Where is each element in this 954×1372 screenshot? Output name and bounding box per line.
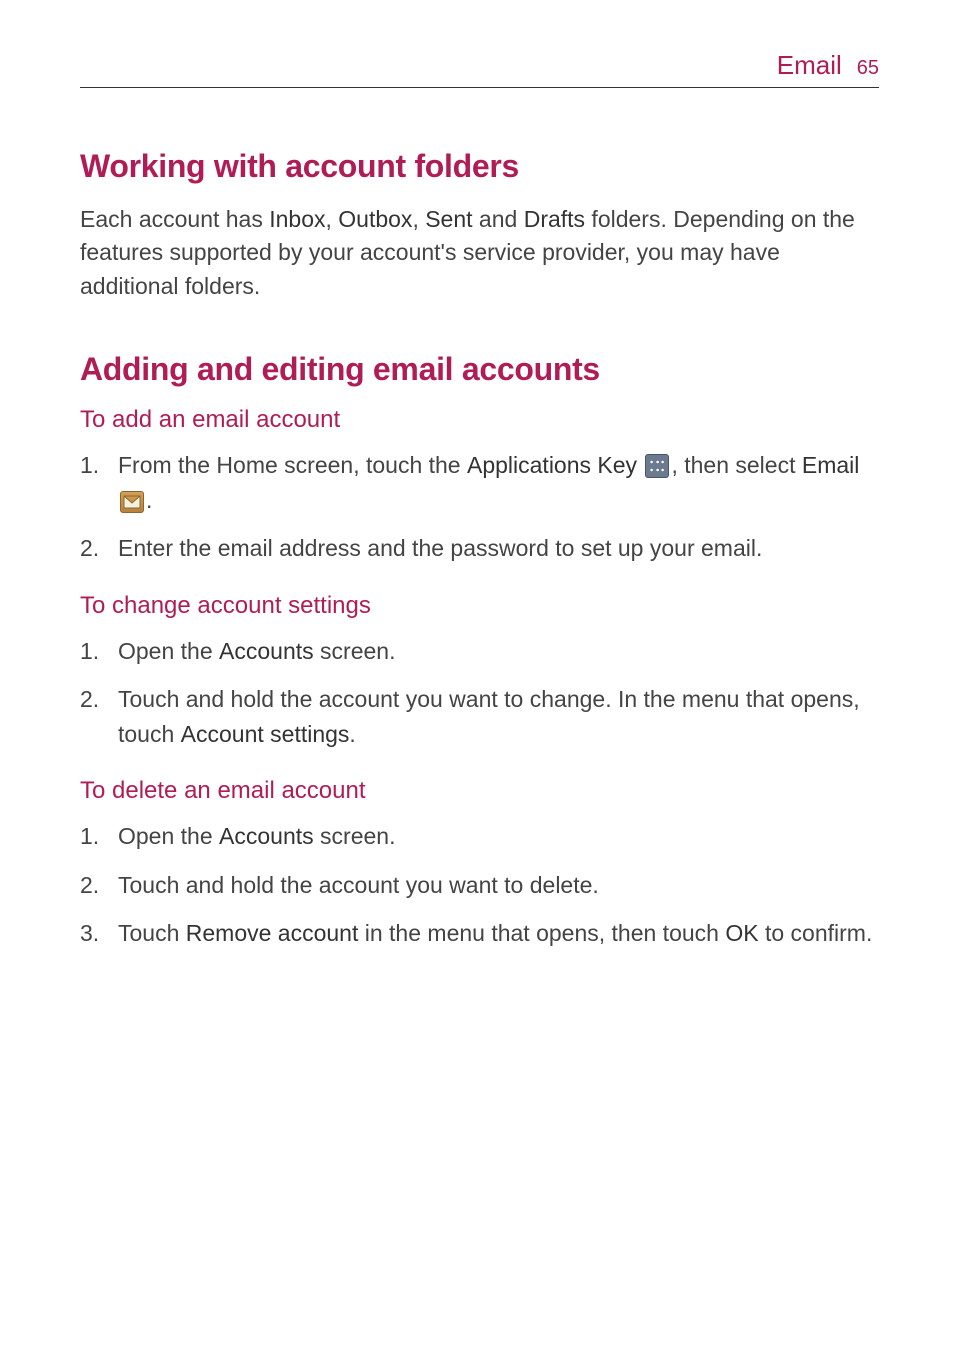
sub-heading-change-settings: To change account settings (80, 592, 879, 620)
email-app-icon (120, 491, 144, 513)
manual-page: Email 65 Working with account folders Ea… (0, 0, 954, 1037)
delete-account-steps: 1. Open the Accounts screen. 2. Touch an… (80, 819, 879, 951)
email-app-label: Email (802, 452, 860, 478)
text-fragment: , (412, 206, 425, 232)
outbox-label: Outbox (338, 206, 412, 232)
sub-heading-delete-account: To delete an email account (80, 777, 879, 805)
inbox-label: Inbox (269, 206, 325, 232)
text-fragment: Touch and hold the account you want to d… (118, 872, 599, 898)
list-item: 3. Touch Remove account in the menu that… (80, 916, 879, 951)
ok-label: OK (725, 920, 758, 946)
accounts-label: Accounts (219, 638, 314, 664)
text-fragment: Open the (118, 823, 219, 849)
remove-account-label: Remove account (186, 920, 359, 946)
accounts-label: Accounts (219, 823, 314, 849)
text-fragment: Enter the email address and the password… (118, 535, 762, 561)
step-number: 1. (80, 819, 99, 854)
text-fragment: screen. (314, 823, 396, 849)
text-fragment: screen. (314, 638, 396, 664)
step-number: 2. (80, 868, 99, 903)
text-fragment: , (326, 206, 339, 232)
list-item: 1. Open the Accounts screen. (80, 819, 879, 854)
header-section-title: Email (777, 50, 842, 81)
sub-heading-add-account: To add an email account (80, 406, 879, 434)
page-header: Email 65 (80, 50, 879, 88)
list-item: 2. Touch and hold the account you want t… (80, 868, 879, 903)
section-heading-folders: Working with account folders (80, 148, 879, 185)
step-number: 1. (80, 448, 99, 483)
section-heading-accounts: Adding and editing email accounts (80, 351, 879, 388)
folders-description: Each account has Inbox, Outbox, Sent and… (80, 203, 879, 303)
step-number: 1. (80, 634, 99, 669)
step-number: 2. (80, 682, 99, 717)
change-settings-steps: 1. Open the Accounts screen. 2. Touch an… (80, 634, 879, 752)
text-fragment: to confirm. (759, 920, 873, 946)
list-item: 2. Touch and hold the account you want t… (80, 682, 879, 751)
text-fragment: in the menu that opens, then touch (358, 920, 725, 946)
applications-key-label: Applications Key (467, 452, 637, 478)
text-fragment: and (473, 206, 524, 232)
text-fragment: Touch (118, 920, 186, 946)
step-number: 3. (80, 916, 99, 951)
list-item: 1. From the Home screen, touch the Appli… (80, 448, 879, 517)
step-number: 2. (80, 531, 99, 566)
page-number: 65 (857, 57, 879, 80)
text-fragment: . (349, 721, 355, 747)
add-account-steps: 1. From the Home screen, touch the Appli… (80, 448, 879, 566)
applications-key-icon (645, 454, 669, 478)
drafts-label: Drafts (524, 206, 585, 232)
list-item: 2. Enter the email address and the passw… (80, 531, 879, 566)
text-fragment: Open the (118, 638, 219, 664)
text-fragment: From the Home screen, touch the (118, 452, 467, 478)
text-fragment: . (146, 487, 152, 513)
sent-label: Sent (425, 206, 472, 232)
account-settings-label: Account settings (181, 721, 350, 747)
text-fragment: Each account has (80, 206, 269, 232)
list-item: 1. Open the Accounts screen. (80, 634, 879, 669)
text-fragment: , then select (671, 452, 801, 478)
